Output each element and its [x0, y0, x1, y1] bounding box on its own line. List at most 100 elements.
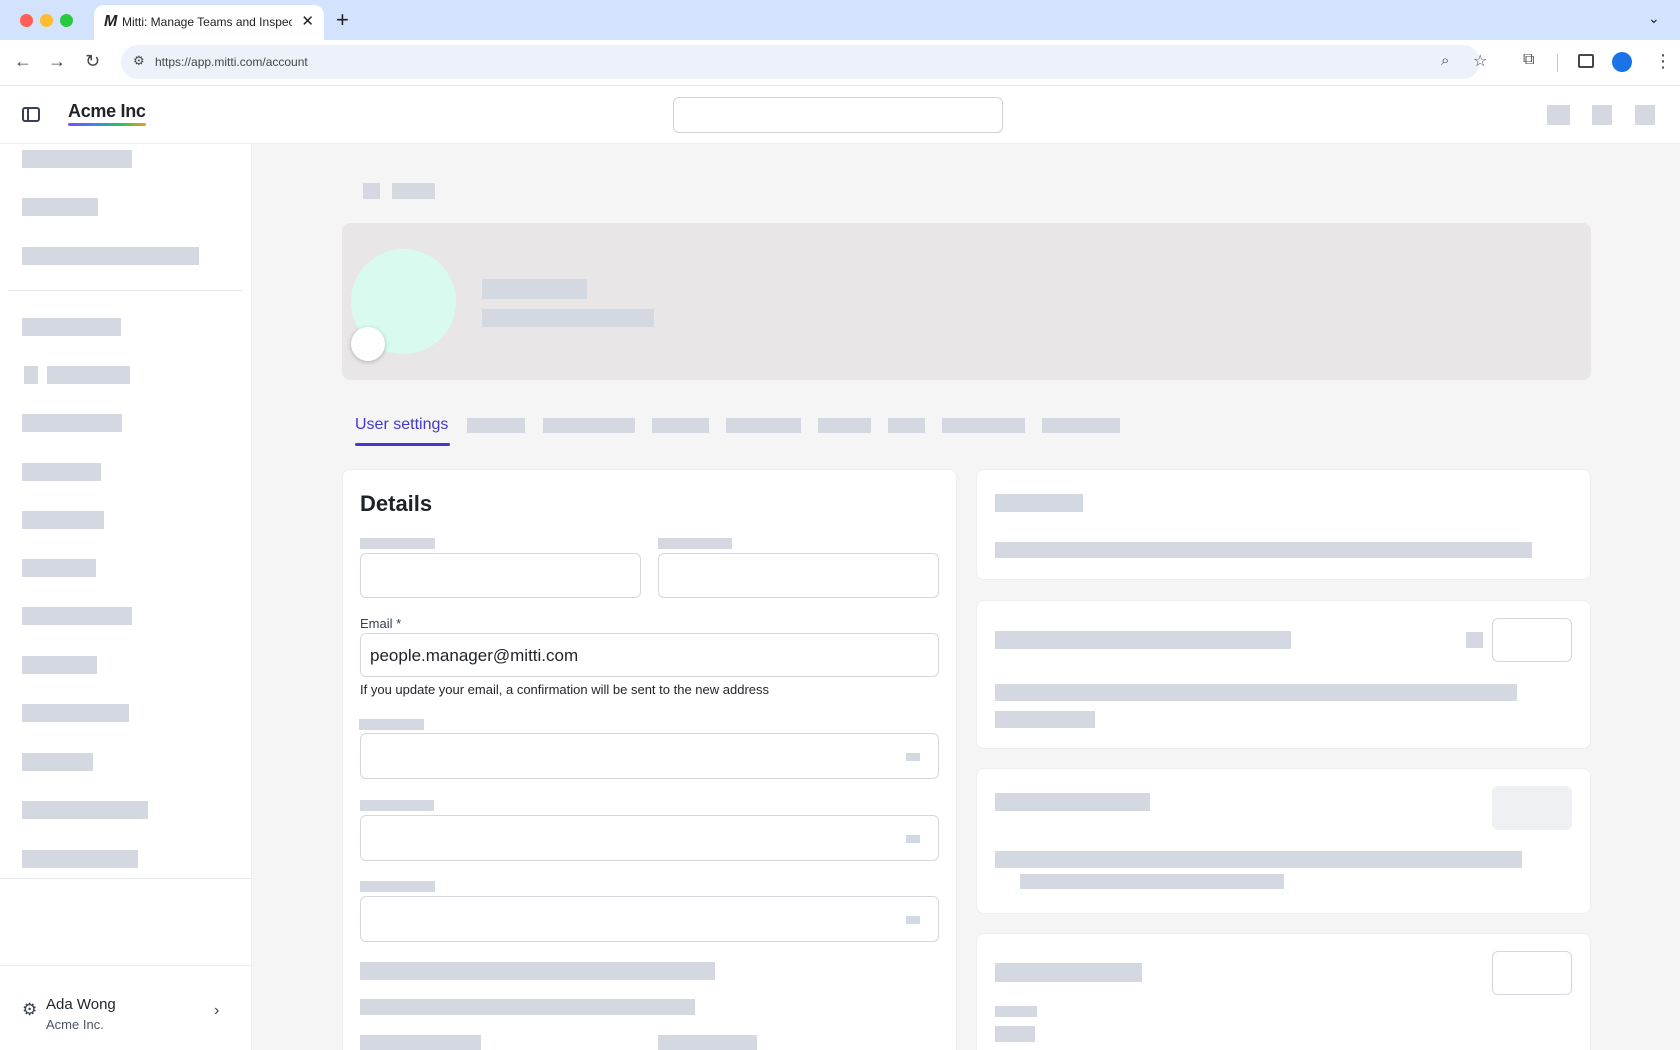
header-action-skeleton[interactable] [1592, 105, 1612, 125]
info-card [976, 469, 1591, 580]
header-action-skeleton[interactable] [1635, 105, 1655, 125]
user-menu[interactable]: ⚙ Ada Wong Acme Inc. › [0, 965, 252, 1050]
browser-tab[interactable]: M Mitti: Manage Teams and Inspect... ✕ [94, 5, 324, 40]
email-value: people.manager@mitti.com [370, 646, 579, 665]
browser-toolbar: ← → ↻ ⚙ https://app.mitti.com/account ⌕ … [0, 40, 1680, 86]
forward-arrow-icon[interactable]: → [48, 51, 66, 72]
card-text-skeleton [995, 851, 1522, 868]
extensions-icon[interactable]: ⧉ [1523, 51, 1534, 69]
sidebar-item-skeleton[interactable] [22, 414, 122, 432]
sidebar-item-skeleton[interactable] [22, 607, 132, 625]
new-tab-icon[interactable]: + [336, 7, 349, 33]
text-skeleton [360, 1035, 481, 1050]
profile-subtitle-skeleton [482, 309, 654, 327]
sidebar-item-skeleton[interactable] [22, 318, 121, 336]
card-text-skeleton [995, 1006, 1037, 1017]
sidebar-item-skeleton[interactable] [22, 463, 101, 481]
close-tab-icon[interactable]: ✕ [301, 12, 314, 30]
email-field[interactable]: people.manager@mitti.com [360, 633, 939, 677]
field-label-skeleton [359, 719, 424, 730]
card-text-skeleton [995, 684, 1517, 701]
email-hint: If you update your email, a confirmation… [360, 682, 769, 697]
first-name-field[interactable] [360, 553, 641, 598]
sidebar-item-skeleton[interactable] [22, 150, 132, 168]
card-text-skeleton [995, 1026, 1035, 1042]
card-text-skeleton [995, 542, 1532, 558]
brand-logo[interactable]: Acme Inc [68, 101, 146, 122]
card-title-skeleton [995, 793, 1150, 811]
zoom-icon[interactable]: ⌕ [1441, 52, 1449, 69]
back-arrow-icon[interactable]: ← [14, 51, 32, 72]
sidebar-item-skeleton[interactable] [22, 753, 93, 771]
card-action-button[interactable] [1492, 786, 1572, 830]
card-action-button[interactable] [1492, 951, 1572, 995]
sidebar-divider [0, 878, 252, 879]
sidebar-item-icon-skeleton [24, 366, 38, 384]
gear-icon: ⚙ [22, 1000, 38, 1019]
setting-card [976, 768, 1591, 914]
header-action-skeleton[interactable] [1547, 105, 1570, 125]
sidebar-item-skeleton[interactable] [22, 704, 129, 722]
tab-user-settings[interactable]: User settings [355, 416, 448, 434]
last-name-field[interactable] [658, 553, 939, 598]
text-skeleton [360, 962, 715, 980]
search-input[interactable] [673, 97, 1003, 133]
minimize-window-icon[interactable] [40, 14, 53, 27]
app-header: Acme Inc [0, 86, 1680, 144]
first-name-label-skeleton [360, 538, 435, 549]
tab-skeleton[interactable] [467, 418, 525, 433]
avatar-upload-button[interactable] [351, 327, 385, 361]
sidebar-item-skeleton[interactable] [47, 366, 130, 384]
card-title-skeleton [995, 631, 1291, 649]
reload-icon[interactable]: ↻ [85, 51, 100, 72]
card-text-skeleton [1020, 874, 1284, 889]
more-menu-icon[interactable]: ⋮ [1654, 51, 1672, 72]
maximize-window-icon[interactable] [60, 14, 73, 27]
tab-search-icon[interactable]: ⌄ [1648, 10, 1660, 27]
sidebar-item-skeleton[interactable] [22, 247, 199, 265]
text-skeleton [658, 1035, 757, 1050]
sidebar-item-skeleton[interactable] [22, 559, 96, 577]
tab-active-indicator [355, 443, 450, 446]
last-name-label-skeleton [658, 538, 732, 549]
select-field[interactable] [360, 896, 939, 942]
side-panel-icon[interactable] [1578, 54, 1594, 68]
tab-skeleton[interactable] [888, 418, 925, 433]
tab-skeleton[interactable] [543, 418, 635, 433]
bookmark-star-icon[interactable]: ☆ [1473, 51, 1487, 71]
favicon-icon: M [104, 13, 118, 30]
sidebar-item-skeleton[interactable] [22, 801, 148, 819]
card-title-skeleton [995, 494, 1083, 512]
info-icon[interactable] [1466, 632, 1483, 648]
card-action-button[interactable] [1492, 618, 1572, 662]
sidebar-item-skeleton[interactable] [22, 511, 104, 529]
close-window-icon[interactable] [20, 14, 33, 27]
tab-skeleton[interactable] [1042, 418, 1120, 433]
select-field[interactable] [360, 815, 939, 861]
sidebar-toggle-icon[interactable] [22, 107, 40, 122]
breadcrumb-skeleton[interactable] [363, 183, 380, 199]
tab-skeleton[interactable] [726, 418, 801, 433]
profile-name-skeleton [482, 279, 587, 299]
breadcrumb-skeleton[interactable] [392, 183, 435, 199]
user-name: Ada Wong [46, 996, 116, 1013]
address-bar[interactable]: ⚙ https://app.mitti.com/account ⌕ ☆ [121, 45, 1487, 79]
brand-underline [68, 123, 146, 126]
text-skeleton [360, 999, 695, 1015]
profile-avatar-icon[interactable] [1612, 52, 1632, 72]
sidebar-item-skeleton[interactable] [22, 656, 97, 674]
toolbar-divider [1557, 54, 1558, 72]
select-field[interactable] [360, 733, 939, 779]
setting-card [976, 600, 1591, 749]
sidebar [0, 144, 252, 1050]
sidebar-item-skeleton[interactable] [22, 198, 98, 216]
card-text-skeleton [995, 711, 1095, 728]
tab-skeleton[interactable] [652, 418, 709, 433]
url-text: https://app.mitti.com/account [155, 55, 308, 69]
tab-title: Mitti: Manage Teams and Inspect... [122, 15, 292, 29]
sidebar-item-skeleton[interactable] [22, 850, 138, 868]
tab-skeleton[interactable] [818, 418, 871, 433]
profile-banner [342, 223, 1591, 380]
tab-skeleton[interactable] [942, 418, 1025, 433]
site-info-icon[interactable]: ⚙ [133, 53, 145, 69]
